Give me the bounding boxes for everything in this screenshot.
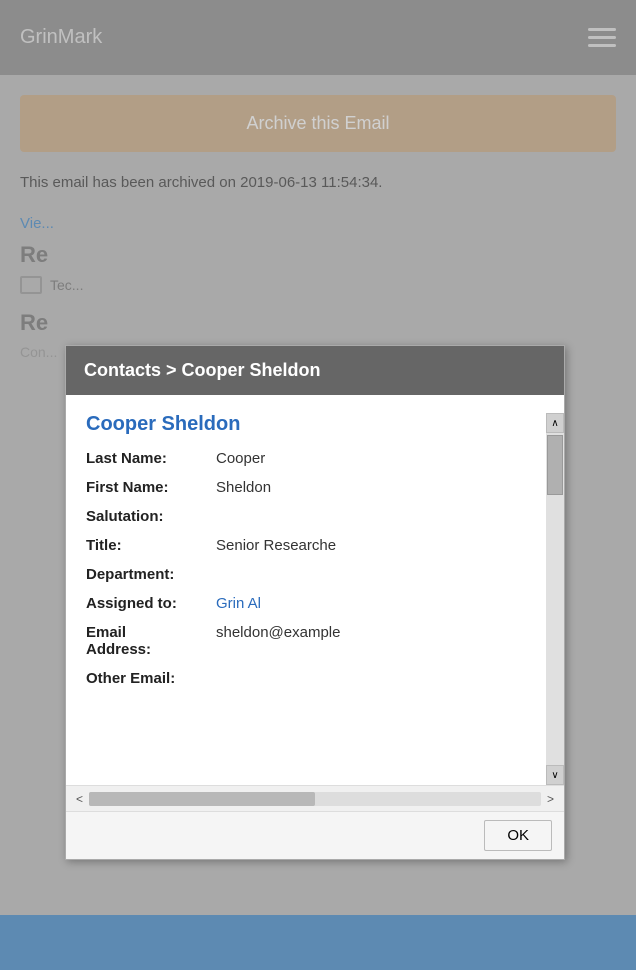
- scroll-down-button[interactable]: ∨: [546, 765, 564, 785]
- field-row-email: EmailAddress: sheldon@example: [86, 624, 530, 658]
- modal-header: Contacts > Cooper Sheldon: [66, 346, 564, 395]
- hscroll-left-button[interactable]: <: [70, 792, 89, 806]
- field-row-salutation: Salutation:: [86, 508, 530, 525]
- modal-dialog: Contacts > Cooper Sheldon Cooper Sheldon…: [65, 345, 565, 860]
- field-label-department: Department:: [86, 566, 216, 583]
- ok-button[interactable]: OK: [484, 820, 552, 851]
- field-value-email: sheldon@example: [216, 624, 530, 641]
- field-row-department: Department:: [86, 566, 530, 583]
- hscroll-right-button[interactable]: >: [541, 792, 560, 806]
- field-value-firstname: Sheldon: [216, 479, 530, 496]
- field-label-other-email: Other Email:: [86, 670, 216, 687]
- modal-body: Cooper Sheldon Last Name: Cooper First N…: [66, 395, 564, 785]
- field-row-other-email: Other Email:: [86, 670, 530, 687]
- field-value-assigned[interactable]: Grin Al: [216, 595, 530, 612]
- scroll-up-button[interactable]: ∧: [546, 413, 564, 433]
- field-row-title: Title: Senior Researche: [86, 537, 530, 554]
- hscroll-thumb[interactable]: [89, 792, 315, 806]
- field-value-lastname: Cooper: [216, 450, 530, 467]
- field-value-title: Senior Researche: [216, 537, 530, 554]
- field-row-firstname: First Name: Sheldon: [86, 479, 530, 496]
- contact-name-link[interactable]: Cooper Sheldon: [86, 413, 530, 436]
- field-row-lastname: Last Name: Cooper: [86, 450, 530, 467]
- field-label-lastname: Last Name:: [86, 450, 216, 467]
- field-label-title: Title:: [86, 537, 216, 554]
- field-label-assigned: Assigned to:: [86, 595, 216, 612]
- scroll-thumb[interactable]: [547, 435, 563, 495]
- vertical-scrollbar: ∧ ∨: [546, 413, 564, 785]
- hscroll-track: [89, 792, 541, 806]
- horizontal-scrollbar: < >: [66, 785, 564, 811]
- field-row-assigned: Assigned to: Grin Al: [86, 595, 530, 612]
- field-label-salutation: Salutation:: [86, 508, 216, 525]
- modal-scroll-content: Cooper Sheldon Last Name: Cooper First N…: [66, 413, 546, 785]
- field-label-email: EmailAddress:: [86, 624, 216, 658]
- field-label-firstname: First Name:: [86, 479, 216, 496]
- modal-footer: OK: [66, 811, 564, 859]
